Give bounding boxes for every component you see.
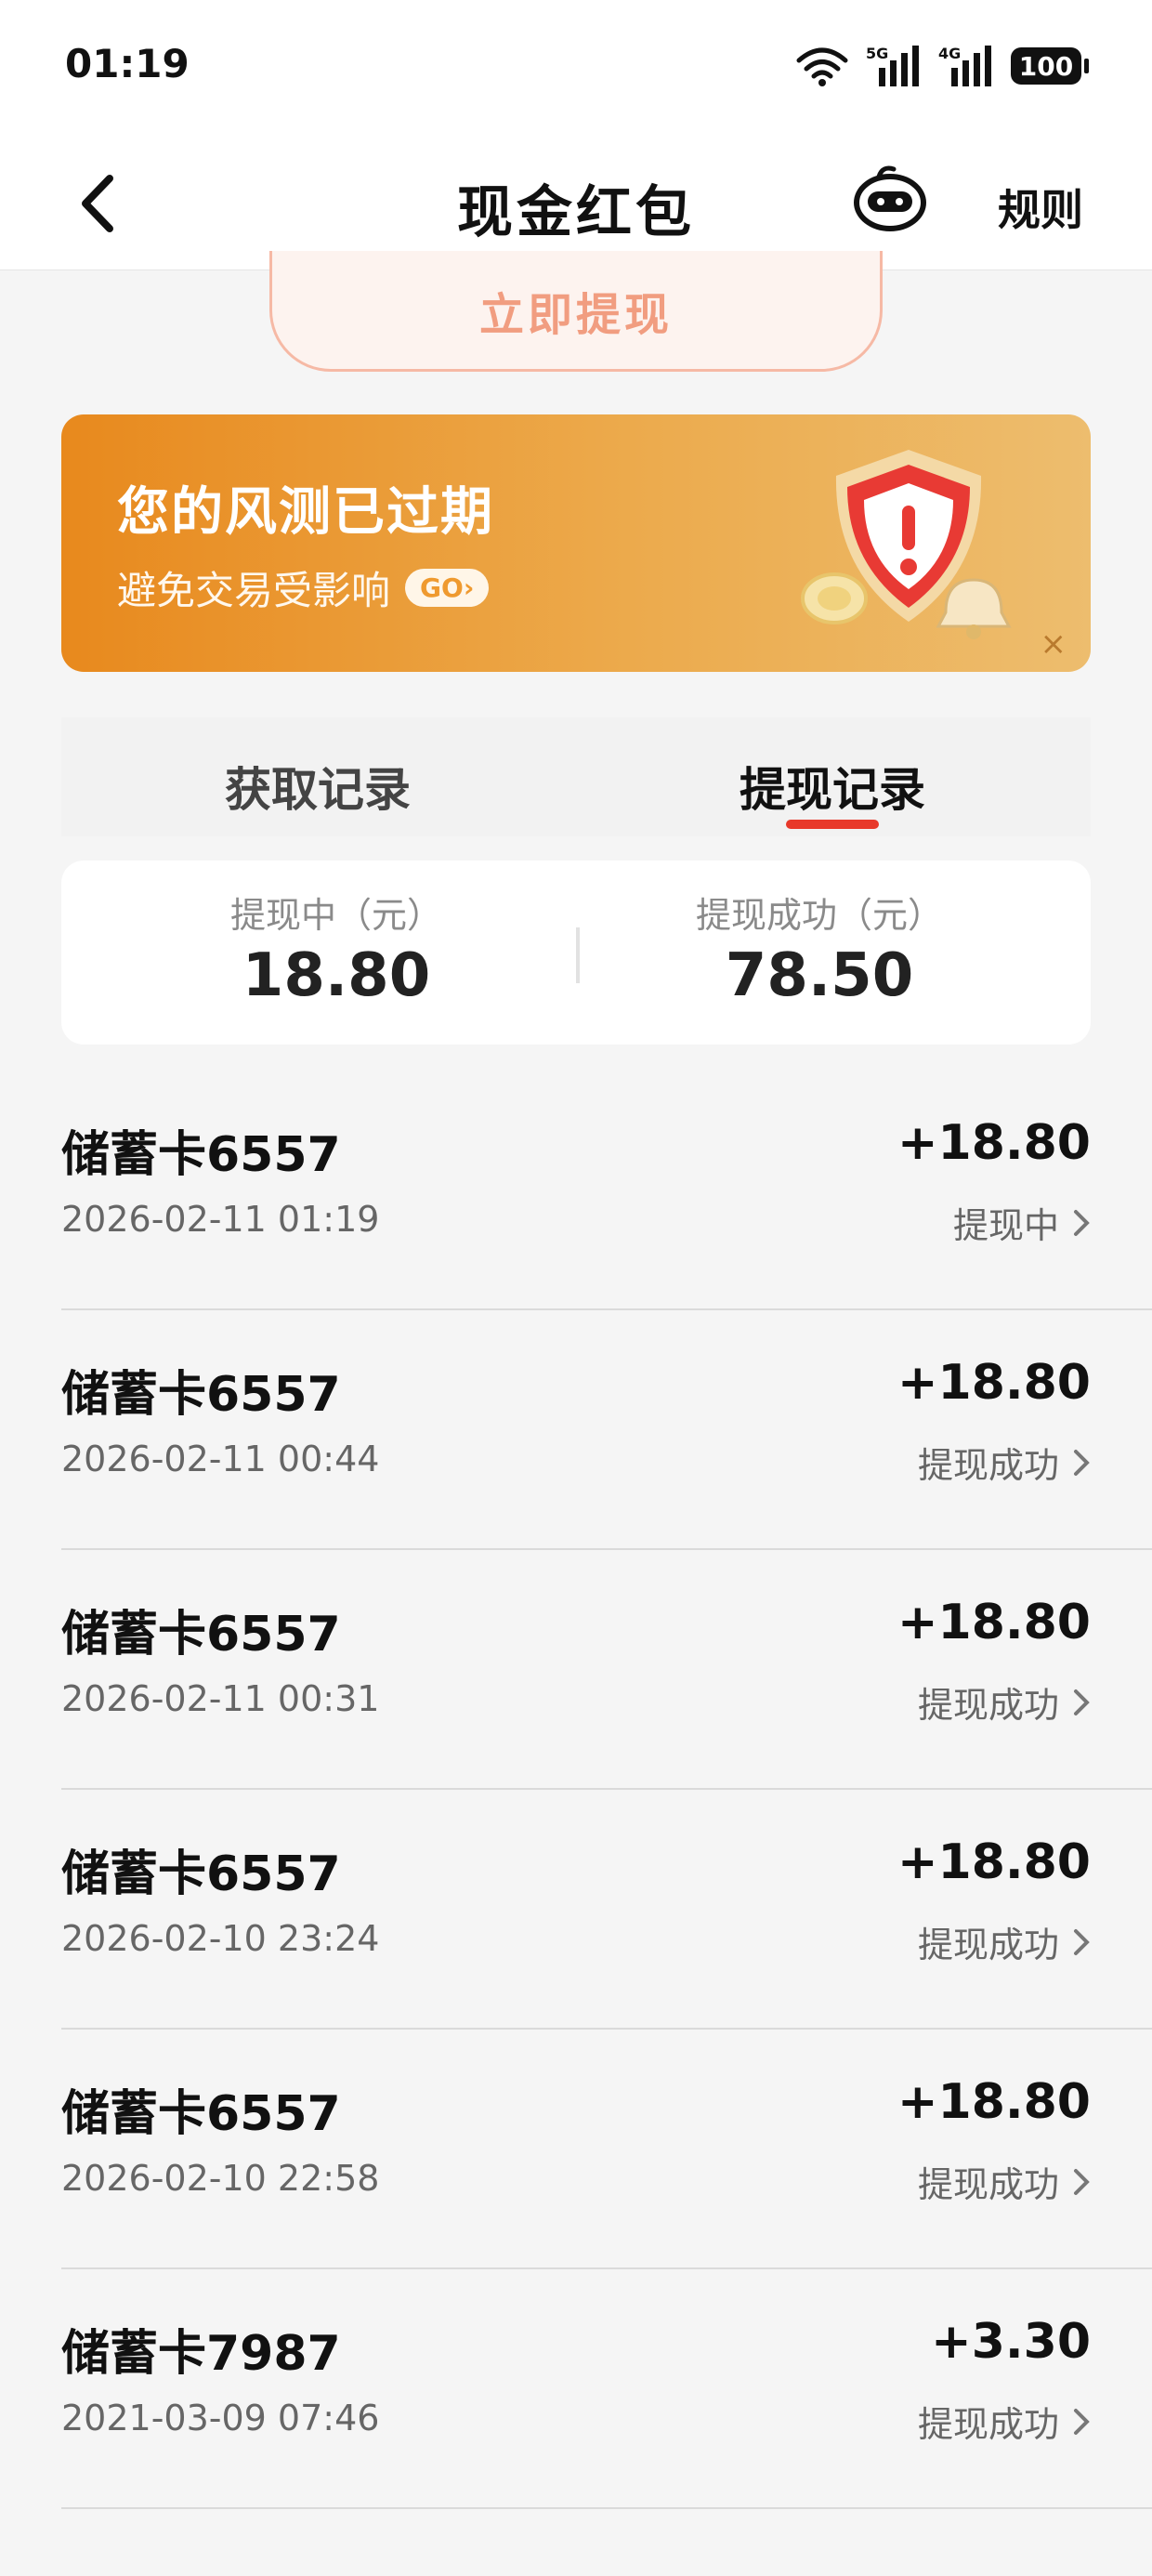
signal-4g-icon: 4G [938, 45, 991, 86]
record-status: 提现成功 [918, 2396, 1091, 2447]
success-label: 提现成功（元） [695, 895, 943, 936]
record-card-name: 储蓄卡6557 [61, 1847, 341, 1902]
record-time: 2026-02-10 22:58 [61, 2158, 380, 2199]
withdraw-summary-card: 提现中（元） 18.80 提现成功（元） 78.50 [61, 861, 1091, 1045]
page-title: 现金红包 [457, 180, 695, 245]
robot-assistant-icon[interactable] [851, 160, 929, 238]
success-summary: 提现成功（元） 78.50 [587, 887, 1052, 1010]
record-status: 提现成功 [918, 1437, 1091, 1488]
record-amount: +18.80 [897, 2074, 1091, 2130]
battery-icon: 100 [1011, 47, 1089, 85]
list-item[interactable]: 储蓄卡6557 2026-02-10 22:58 +18.80 提现成功 [0, 2030, 1152, 2269]
record-card-name: 储蓄卡7987 [61, 2326, 341, 2382]
chevron-right-icon [1074, 1928, 1090, 1955]
withdraw-now-button[interactable]: 立即提现 [269, 251, 883, 372]
svg-text:5G: 5G [866, 45, 888, 62]
chevron-right-icon [1074, 2168, 1090, 2195]
tab-obtain-records[interactable]: 获取记录 [132, 753, 504, 820]
chevron-right-icon [1074, 2408, 1090, 2435]
status-icons: 5G 4G 100 [795, 43, 1089, 89]
record-card-name: 储蓄卡6557 [61, 2086, 341, 2142]
status-time: 01:19 [65, 41, 190, 86]
record-time: 2021-03-09 07:46 [61, 2398, 380, 2438]
record-status: 提现成功 [918, 1916, 1091, 1967]
list-item[interactable]: 储蓄卡7987 2021-03-09 07:46 +3.30 提现成功 [0, 2269, 1152, 2509]
record-card-name: 储蓄卡6557 [61, 1127, 341, 1183]
record-amount: +18.80 [897, 1115, 1091, 1171]
chevron-right-icon [1074, 1209, 1090, 1236]
status-bar: 01:19 5G 4G 100 [0, 0, 1152, 139]
banner-subtitle-row: 避免交易受影响 GO› [117, 559, 490, 616]
risk-assessment-banner[interactable]: 您的风测已过期 避免交易受影响 GO› × [61, 414, 1091, 672]
banner-close-icon[interactable]: × [1041, 625, 1067, 663]
record-status: 提现成功 [918, 1676, 1091, 1728]
pending-label: 提现中（元） [229, 895, 442, 936]
list-item[interactable]: 储蓄卡6557 2026-02-11 00:31 +18.80 提现成功 [0, 1550, 1152, 1790]
go-button[interactable]: GO› [405, 569, 490, 607]
success-value: 78.50 [725, 941, 914, 1010]
banner-title: 您的风测已过期 [117, 482, 494, 543]
svg-text:4G: 4G [938, 45, 961, 62]
record-time: 2026-02-11 01:19 [61, 1199, 380, 1240]
active-tab-indicator [786, 820, 879, 829]
shield-warning-icon [801, 450, 1012, 639]
record-amount: +3.30 [931, 2314, 1091, 2370]
list-item[interactable]: 储蓄卡6557 2026-02-11 00:44 +18.80 提现成功 [0, 1310, 1152, 1550]
record-amount: +18.80 [897, 1595, 1091, 1650]
list-item[interactable]: 储蓄卡6557 2026-02-11 01:19 +18.80 提现中 [0, 1071, 1152, 1310]
rules-button[interactable]: 规则 [998, 177, 1083, 238]
record-time: 2026-02-11 00:44 [61, 1439, 380, 1479]
pending-value: 18.80 [242, 941, 431, 1010]
withdraw-record-list: 储蓄卡6557 2026-02-11 01:19 +18.80 提现中 储蓄卡6… [0, 1071, 1152, 2509]
record-card-name: 储蓄卡6557 [61, 1367, 341, 1423]
record-status: 提现中 [953, 1197, 1091, 1248]
record-amount: +18.80 [897, 1355, 1091, 1411]
chevron-right-icon [1074, 1689, 1090, 1715]
signal-5g-icon: 5G [866, 45, 919, 86]
record-tabs: 获取记录 提现记录 [61, 717, 1091, 836]
wifi-icon [796, 47, 848, 86]
chevron-right-icon [1074, 1449, 1090, 1476]
list-item[interactable]: 储蓄卡6557 2026-02-10 23:24 +18.80 提现成功 [0, 1790, 1152, 2030]
record-time: 2026-02-11 00:31 [61, 1678, 380, 1719]
pending-summary: 提现中（元） 18.80 [104, 887, 569, 1010]
summary-divider [576, 927, 580, 983]
tab-withdraw-records[interactable]: 提现记录 [647, 753, 1018, 820]
record-time: 2026-02-10 23:24 [61, 1918, 380, 1959]
record-amount: +18.80 [897, 1834, 1091, 1890]
record-card-name: 储蓄卡6557 [61, 1607, 341, 1663]
divider [61, 2507, 1152, 2509]
banner-subtitle: 避免交易受影响 [117, 568, 391, 613]
record-status: 提现成功 [918, 2156, 1091, 2207]
